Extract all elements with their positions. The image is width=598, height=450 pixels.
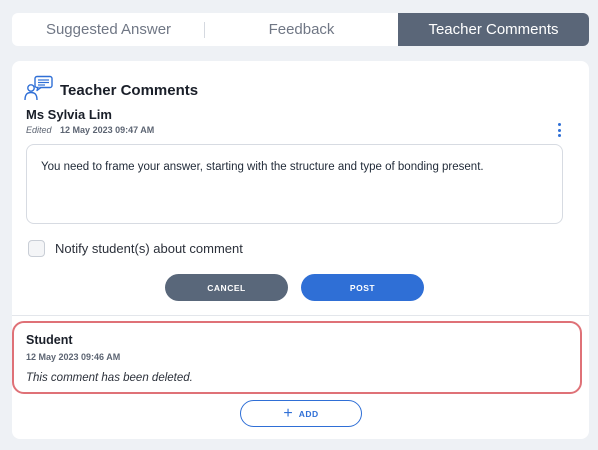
- student-comment-card: Student 12 May 2023 09:46 AM This commen…: [12, 321, 582, 394]
- teacher-chat-icon: [24, 75, 54, 106]
- comment-timestamp: 12 May 2023 09:47 AM: [60, 125, 155, 135]
- post-button[interactable]: POST: [301, 274, 424, 301]
- tab-teacher-comments[interactable]: Teacher Comments: [398, 13, 589, 46]
- student-author: Student: [26, 333, 73, 347]
- edited-label: Edited: [26, 125, 52, 135]
- notify-label: Notify student(s) about comment: [55, 241, 243, 256]
- comment-meta: Edited 12 May 2023 09:47 AM: [26, 125, 154, 135]
- notify-option: Notify student(s) about comment: [28, 240, 243, 257]
- section-header: Teacher Comments: [24, 75, 198, 106]
- notify-checkbox[interactable]: [28, 240, 45, 257]
- comment-author: Ms Sylvia Lim: [26, 107, 112, 122]
- divider: [12, 315, 589, 316]
- section-title: Teacher Comments: [60, 82, 199, 99]
- tab-suggested-answer[interactable]: Suggested Answer: [12, 13, 205, 46]
- add-label: ADD: [298, 408, 319, 419]
- tab-bar: Suggested Answer Feedback Teacher Commen…: [12, 13, 589, 46]
- tab-feedback[interactable]: Feedback: [205, 13, 398, 46]
- student-comment-text: This comment has been deleted.: [26, 372, 193, 384]
- cancel-button[interactable]: CANCEL: [165, 274, 288, 301]
- plus-icon: +: [283, 404, 293, 422]
- kebab-menu-icon[interactable]: [552, 121, 566, 139]
- teacher-comments-panel: Teacher Comments Ms Sylvia Lim Edited 12…: [12, 61, 589, 439]
- comment-textarea[interactable]: You need to frame your answer, starting …: [26, 144, 563, 224]
- student-timestamp: 12 May 2023 09:46 AM: [26, 352, 121, 362]
- add-button[interactable]: + ADD: [240, 400, 362, 427]
